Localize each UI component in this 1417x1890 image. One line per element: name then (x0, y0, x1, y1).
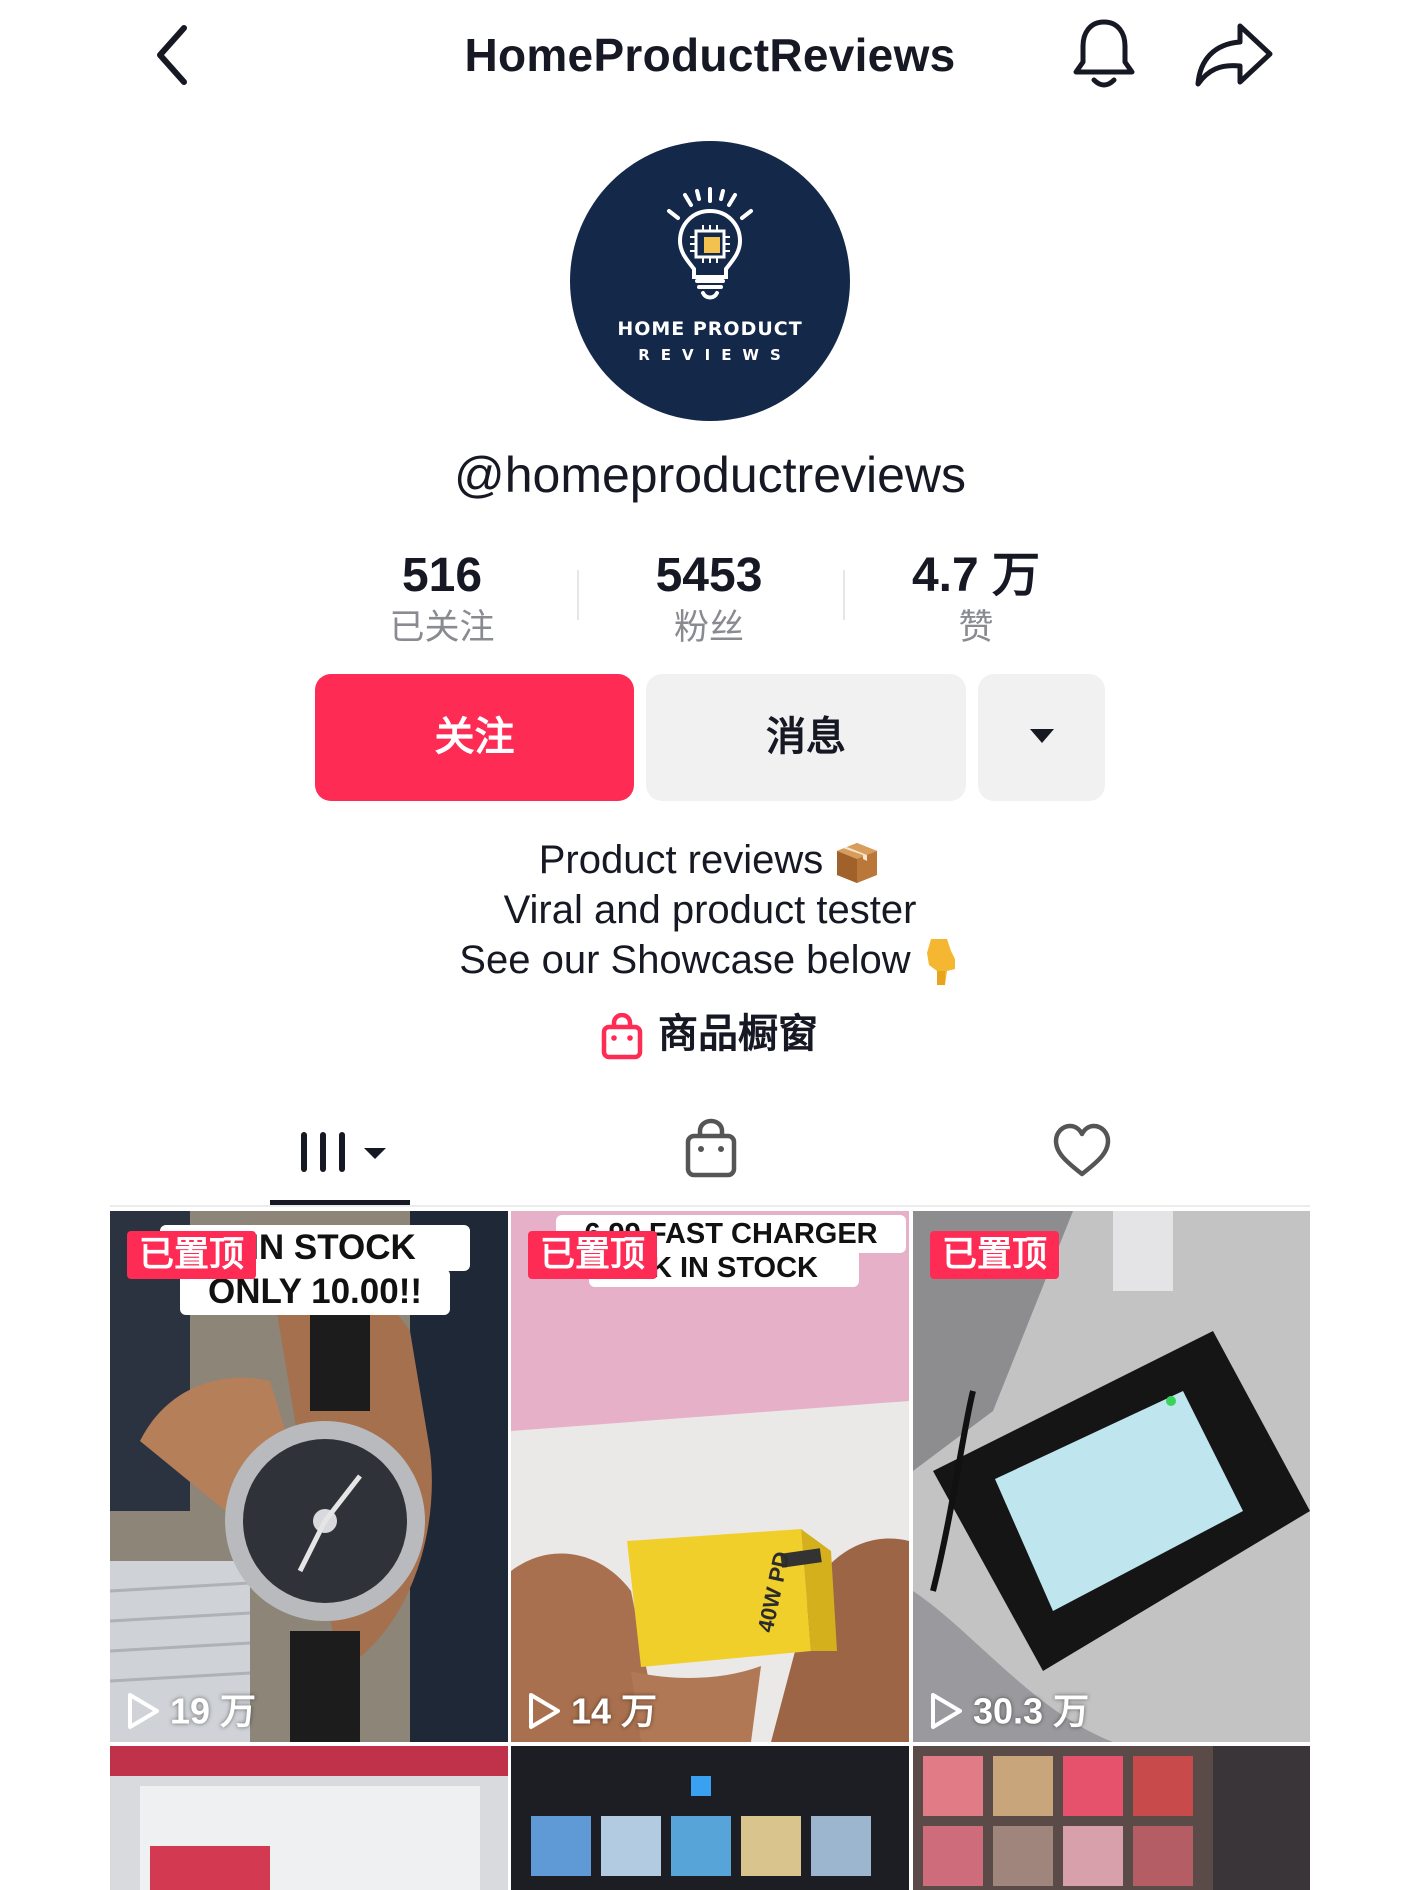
video-thumbnail-screen-device (913, 1211, 1310, 1742)
bio-text-3: See our Showcase below (459, 938, 911, 982)
view-count: 19 万 (126, 1684, 256, 1734)
bell-icon (1073, 19, 1135, 88)
avatar-logo-text: HOME PRODUCT (617, 318, 803, 340)
shopping-bag-icon (601, 1013, 643, 1060)
followers-count: 5453 (655, 549, 763, 602)
back-button[interactable] (140, 20, 210, 90)
stat-divider (843, 570, 845, 620)
share-icon (1195, 23, 1273, 87)
view-count-text: 14 万 (571, 1690, 658, 1732)
play-icon (931, 1693, 962, 1730)
stat-followers[interactable]: 5453 粉丝 (594, 548, 824, 650)
package-emoji-icon (837, 843, 878, 884)
grid-icon (301, 1132, 386, 1172)
profile-tabs (0, 1110, 1417, 1210)
bio-line-3: See our Showcase below (300, 935, 1120, 989)
likes-label: 赞 (958, 608, 994, 647)
heart-icon (1053, 1123, 1111, 1177)
likes-count: 4.7 万 (911, 549, 1041, 602)
chevron-left-icon (157, 25, 187, 85)
showcase-label: 商品橱窗 (658, 1012, 818, 1056)
active-tab-indicator (270, 1200, 410, 1205)
play-icon (128, 1693, 159, 1730)
view-count: 30.3 万 (929, 1684, 1089, 1734)
caret-down-icon (1030, 729, 1054, 743)
bio-line-2: Viral and product tester (503, 888, 917, 932)
view-count-text: 30.3 万 (973, 1690, 1090, 1732)
lightbulb-logo-icon (667, 187, 753, 300)
page-title: HomeProductReviews (464, 29, 956, 81)
follow-button[interactable]: 关注 (315, 674, 634, 801)
pinned-badge: 已置顶 (528, 1231, 658, 1279)
video-thumbnail (110, 1746, 508, 1890)
following-label: 已关注 (389, 608, 495, 647)
avatar[interactable]: HOME PRODUCT REVIEWS (570, 141, 850, 421)
followers-label: 粉丝 (673, 608, 744, 647)
video-thumbnail-charger (511, 1211, 909, 1742)
pointing-down-emoji-icon (926, 939, 955, 986)
pinned-badge: 已置顶 (127, 1231, 257, 1279)
view-count-text: 19 万 (170, 1690, 257, 1732)
video-tile[interactable] (511, 1746, 909, 1890)
following-count: 516 (401, 549, 483, 602)
share-button[interactable] (1190, 18, 1280, 92)
stat-likes[interactable]: 4.7 万 赞 (861, 548, 1091, 650)
view-count: 14 万 (527, 1684, 657, 1734)
video-tile[interactable]: K IN STOCK ONLY 10.00!! 已置顶 19 万 (110, 1211, 508, 1742)
video-thumbnail (913, 1746, 1310, 1890)
bio-line-1: Product reviews (300, 835, 1120, 885)
username-handle: @homeproductreviews (453, 447, 967, 503)
play-icon (529, 1693, 560, 1730)
notification-button[interactable] (1068, 16, 1140, 92)
tab-liked[interactable] (1052, 1110, 1112, 1210)
video-tile[interactable] (110, 1746, 508, 1890)
video-thumbnail (511, 1746, 909, 1890)
more-options-button[interactable] (978, 674, 1105, 801)
tab-divider (110, 1205, 1310, 1207)
video-tile[interactable]: 已置顶 30.3 万 (913, 1211, 1310, 1742)
shopping-bag-icon (685, 1118, 737, 1178)
bio-text-1: Product reviews (538, 838, 824, 882)
message-button[interactable]: 消息 (646, 674, 966, 801)
video-tile[interactable] (913, 1746, 1310, 1890)
pinned-badge: 已置顶 (930, 1231, 1060, 1279)
stat-following[interactable]: 516 已关注 (327, 548, 557, 650)
avatar-logo-subtext: REVIEWS (638, 346, 792, 364)
tab-shop[interactable] (683, 1110, 739, 1210)
stat-divider (577, 570, 579, 620)
tab-videos[interactable] (290, 1110, 410, 1210)
video-tile[interactable]: 6.99 FAST CHARGER CK IN STOCK 40W PD 已置顶… (511, 1211, 909, 1742)
